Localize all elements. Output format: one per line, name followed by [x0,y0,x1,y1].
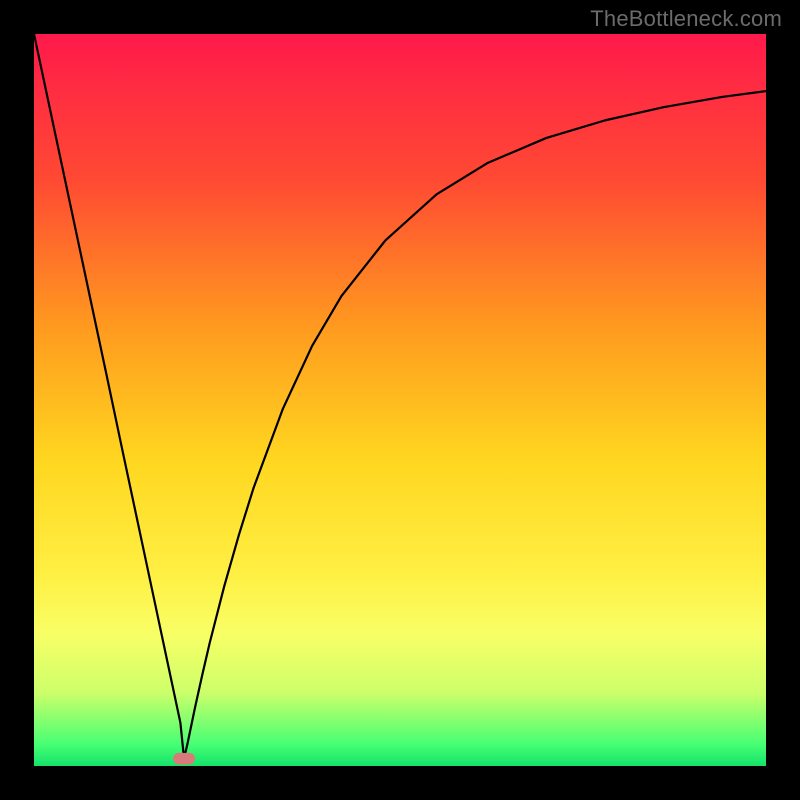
plot-background [34,34,766,766]
chart-frame: TheBottleneck.com [0,0,800,800]
minimum-marker [173,753,195,765]
bottleneck-chart [0,0,800,800]
attribution-label: TheBottleneck.com [590,6,782,32]
